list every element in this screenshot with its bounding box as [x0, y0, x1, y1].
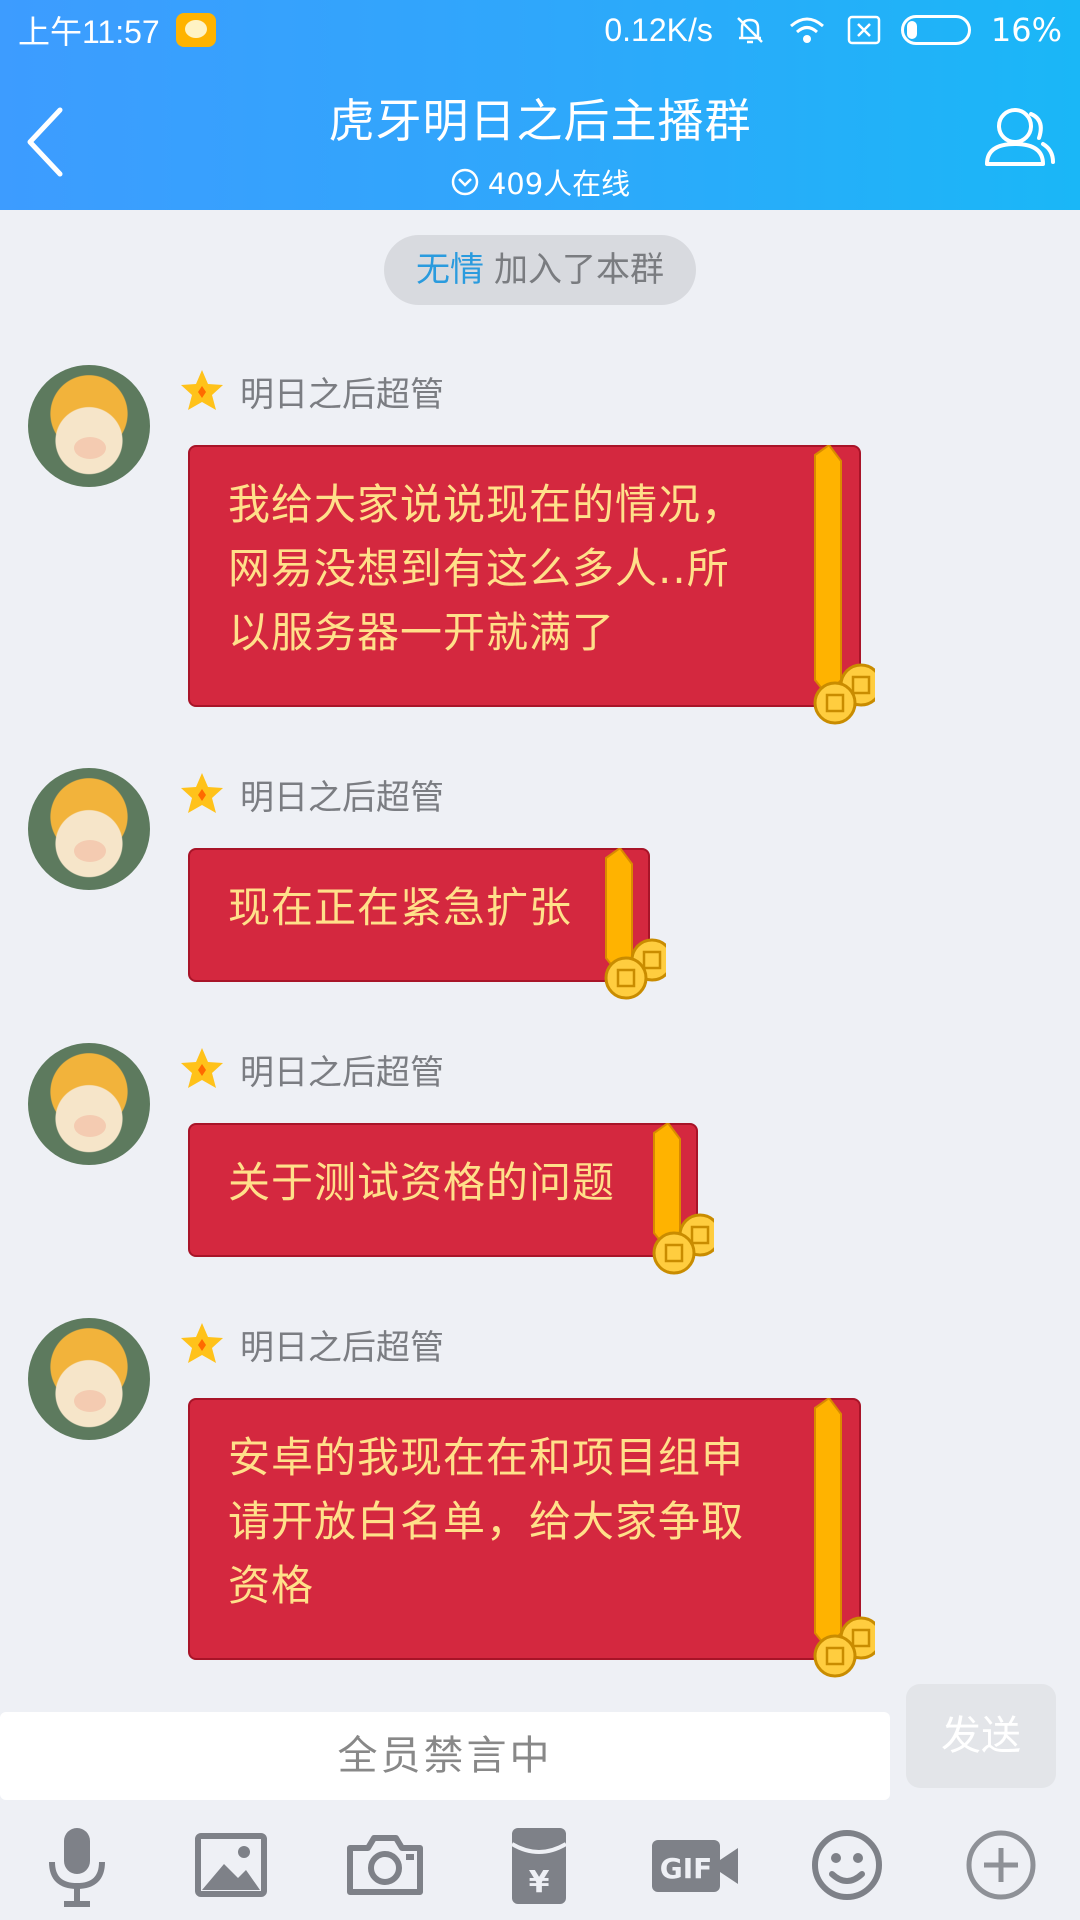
microphone-icon	[49, 1828, 105, 1907]
join-user-name[interactable]: 无情	[416, 250, 484, 290]
avatar[interactable]	[28, 365, 150, 487]
battery-percent: 16%	[990, 11, 1062, 49]
status-indicators: 0.12K/s 16%	[604, 11, 1062, 49]
message-line: 我给大家说说现在的情况，	[228, 480, 745, 529]
message-line: 资格	[228, 1561, 315, 1610]
star-badge-icon	[181, 1323, 223, 1363]
message-line: 以服务器一开就满了	[228, 608, 616, 657]
chat-header: 上午11:57 0.12K/s 16% 虎牙明日之后主播群 409人在线	[0, 0, 1080, 210]
input-toolbar: ¥ GIF	[0, 1810, 1080, 1920]
join-notice: 无情 加入了本群	[384, 235, 696, 305]
sender-row: 明日之后超管	[178, 1320, 444, 1368]
message-line: 关于测试资格的问题	[228, 1158, 616, 1207]
sender-row: 明日之后超管	[178, 367, 444, 415]
red-packet-icon: ¥	[510, 1828, 568, 1904]
sender-name: 明日之后超管	[240, 777, 444, 818]
message-list[interactable]: 无情 加入了本群 明日之后超管 我给大家说说现在的情况， 网易没想到有这么多人..…	[0, 210, 1080, 1700]
camera-icon	[347, 1835, 423, 1895]
sender-row: 明日之后超管	[178, 770, 444, 818]
online-count-text: 409人在线	[487, 167, 631, 201]
mute-bell-icon	[733, 13, 767, 47]
image-button[interactable]	[186, 1820, 276, 1910]
no-sim-icon	[847, 15, 881, 45]
sender-name: 明日之后超管	[240, 1327, 444, 1368]
chevron-down-circle-icon	[451, 168, 479, 196]
message-bubble[interactable]: 安卓的我现在在和项目组申 请开放白名单，给大家争取 资格	[188, 1398, 861, 1660]
voice-button[interactable]	[32, 1820, 122, 1910]
message-input[interactable]: 全员禁言中	[0, 1712, 890, 1800]
message-bubble[interactable]: 现在正在紧急扩张	[188, 848, 650, 982]
message-line: 现在正在紧急扩张	[228, 883, 573, 932]
message-line: 安卓的我现在在和项目组申	[228, 1433, 745, 1482]
more-button[interactable]	[956, 1820, 1046, 1910]
avatar[interactable]	[28, 1318, 150, 1440]
title-block: 虎牙明日之后主播群 409人在线	[0, 85, 1080, 203]
emoji-icon	[812, 1830, 882, 1900]
plus-icon	[966, 1830, 1036, 1900]
svg-text:GIF: GIF	[660, 1852, 713, 1885]
battery-icon	[900, 15, 971, 45]
red-packet-button[interactable]: ¥	[494, 1820, 584, 1910]
message-line: 请开放白名单，给大家争取	[228, 1497, 745, 1546]
star-badge-icon	[181, 1048, 223, 1088]
users-icon	[985, 108, 1055, 166]
message-bubble[interactable]: 我给大家说说现在的情况， 网易没想到有这么多人..所 以服务器一开就满了	[188, 445, 861, 707]
scroll-coin-decoration-icon	[813, 445, 875, 725]
message-line: 网易没想到有这么多人..所	[228, 544, 730, 593]
scroll-coin-decoration-icon	[813, 1398, 875, 1678]
sender-name: 明日之后超管	[240, 374, 444, 415]
huya-app-icon	[175, 13, 216, 47]
online-count[interactable]: 409人在线	[450, 161, 630, 203]
send-button[interactable]: 发送	[906, 1684, 1056, 1788]
status-bar: 上午11:57 0.12K/s 16%	[0, 0, 1080, 60]
wifi-icon	[787, 14, 827, 46]
group-title: 虎牙明日之后主播群	[328, 94, 752, 148]
emoji-button[interactable]	[802, 1820, 892, 1910]
status-time: 上午11:57	[18, 14, 160, 50]
title-bar: 虎牙明日之后主播群 409人在线	[0, 60, 1080, 210]
scroll-coin-decoration-icon	[652, 1123, 714, 1275]
sender-name: 明日之后超管	[240, 1052, 444, 1093]
gif-icon: GIF	[652, 1840, 738, 1892]
image-icon	[195, 1833, 267, 1897]
sender-row: 明日之后超管	[178, 1045, 444, 1093]
avatar[interactable]	[28, 768, 150, 890]
message-bubble[interactable]: 关于测试资格的问题	[188, 1123, 698, 1257]
group-members-button[interactable]	[975, 98, 1055, 178]
star-badge-icon	[181, 370, 223, 410]
scroll-coin-decoration-icon	[604, 848, 666, 1000]
star-badge-icon	[181, 773, 223, 813]
avatar[interactable]	[28, 1043, 150, 1165]
gif-button[interactable]: GIF	[648, 1820, 744, 1910]
camera-button[interactable]	[340, 1820, 430, 1910]
network-speed: 0.12K/s	[604, 11, 713, 48]
svg-text:¥: ¥	[529, 1865, 550, 1900]
join-notice-text: 加入了本群	[494, 250, 664, 290]
